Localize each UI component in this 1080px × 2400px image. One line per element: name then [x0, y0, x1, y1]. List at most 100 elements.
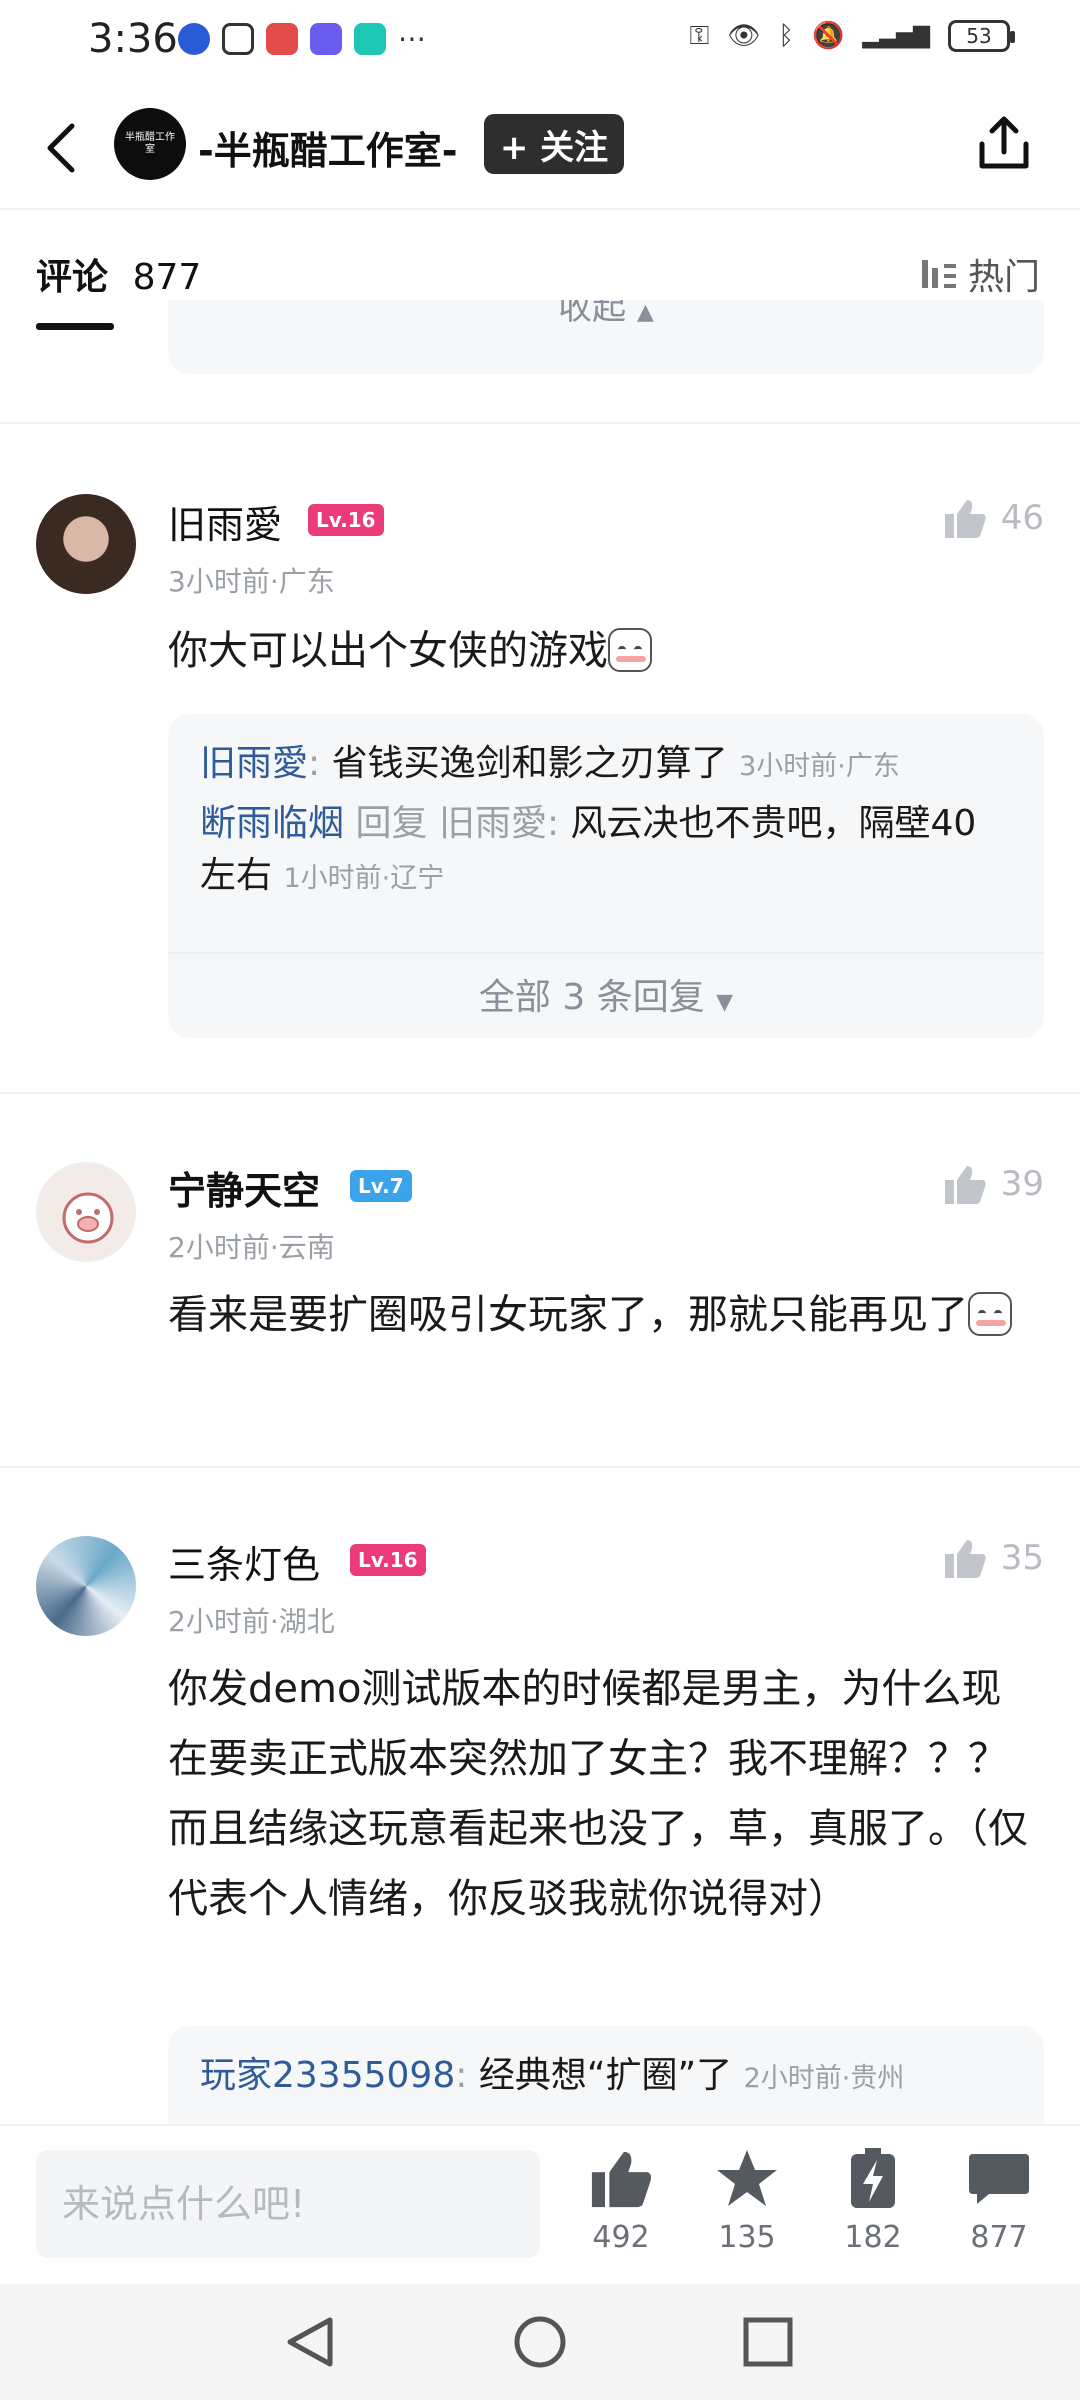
tab-active-indicator: [36, 323, 114, 330]
triangle-back-icon: [287, 2317, 333, 2367]
comment-author[interactable]: 宁静天空: [168, 1160, 320, 1215]
comment-item: 旧雨愛 Lv.16 3小时前·广东 46 你大可以出个女侠的游戏 旧雨愛: 省钱…: [0, 450, 1080, 1090]
status-time: 3:36: [88, 16, 178, 62]
status-system-icons: ⚿ 👁 ᛒ 🔕 ▂▃▅▇ 53: [689, 20, 1015, 52]
comment-item: 三条灯色 Lv.16 2小时前·湖北 35 你发demo测试版本的时候都是男主，…: [0, 1490, 1080, 2146]
app-notification-icon: [178, 22, 210, 55]
like-video-button[interactable]: 492: [566, 2146, 676, 2255]
status-notification-icons: ⋯: [178, 22, 426, 55]
thumbs-up-icon: [944, 1166, 986, 1204]
emoji-icon: [968, 1292, 1012, 1336]
reply-box: 旧雨愛: 省钱买逸剑和影之刃算了 3小时前·广东 断雨临烟 回复 旧雨愛: 风云…: [168, 714, 1044, 1038]
channel-avatar[interactable]: 半瓶醋工作室: [114, 108, 186, 180]
reply-text: 省钱买逸剑和影之刃算了: [331, 743, 728, 784]
circle-home-icon: [514, 2316, 566, 2368]
avatar[interactable]: [36, 1162, 136, 1262]
nav-recents-button[interactable]: [740, 2314, 796, 2374]
lightning-app-icon: [310, 22, 342, 55]
divider: [168, 952, 1044, 954]
top-nav: 半瓶醋工作室 -半瓶醋工作室- + 关注: [0, 80, 1080, 210]
bluetooth-icon: ᛒ: [778, 21, 794, 51]
comment-author[interactable]: 三条灯色: [168, 1534, 320, 1589]
collapse-label: 收起: [558, 300, 627, 328]
comment-meta: 2小时前·云南: [168, 1231, 335, 1264]
comment-text: 看来是要扩圈吸引女玩家了，那就只能再见了: [168, 1280, 1038, 1350]
more-notifications-icon: ⋯: [398, 22, 426, 55]
channel-name[interactable]: -半瓶醋工作室-: [198, 120, 458, 175]
share-button[interactable]: [974, 114, 1034, 174]
signal-icon: ▂▃▅▇: [862, 23, 930, 49]
sort-button[interactable]: 热门: [918, 248, 1040, 300]
collapsed-replies-box[interactable]: 收起 ▲: [168, 300, 1044, 374]
reply-text: 经典想“扩圈”了: [478, 2055, 733, 2096]
avatar[interactable]: [36, 494, 136, 594]
emoji-icon: [608, 628, 652, 672]
thumbs-up-icon: [944, 1540, 986, 1578]
avatar[interactable]: [36, 1536, 136, 1636]
tab-comments-count: 877: [132, 257, 202, 298]
nav-home-button[interactable]: [512, 2314, 568, 2374]
level-badge: Lv.16: [350, 1544, 426, 1576]
like-count: 35: [1000, 1538, 1044, 1578]
tab-comments[interactable]: 评论 877: [36, 248, 201, 300]
chevron-left-icon: [47, 123, 75, 173]
mute-icon: 🔕: [811, 21, 845, 51]
square-recents-icon: [743, 2317, 793, 2367]
battery-icon: 53: [948, 20, 1015, 52]
comment-meta: 3小时前·广东: [168, 565, 335, 598]
favorite-button[interactable]: 135: [692, 2146, 802, 2255]
reply-meta: 2小时前·贵州: [743, 2063, 905, 2094]
charge-button[interactable]: 182: [818, 2146, 928, 2255]
comment-input[interactable]: 来说点什么吧!: [36, 2150, 540, 2258]
reply-author[interactable]: 断雨临烟: [200, 803, 344, 844]
caret-up-icon: ▲: [636, 300, 654, 325]
comment-meta: 2小时前·湖北: [168, 1605, 335, 1638]
reply-author[interactable]: 旧雨愛: [200, 743, 308, 784]
collapse-button[interactable]: 收起 ▲: [168, 300, 1044, 329]
reply-meta: 3小时前·广东: [739, 751, 900, 782]
level-badge: Lv.16: [308, 504, 384, 536]
comment-body: 看来是要扩圈吸引女玩家了，那就只能再见了: [168, 1292, 968, 1338]
comment-text: 你大可以出个女侠的游戏: [168, 616, 1038, 686]
level-badge: Lv.7: [350, 1170, 412, 1202]
comments-button[interactable]: 877: [944, 2146, 1054, 2255]
like-button[interactable]: 46: [943, 496, 1044, 540]
caret-down-icon: ▼: [716, 990, 734, 1015]
comment-body: 你大可以出个女侠的游戏: [168, 628, 608, 674]
like-button[interactable]: 39: [943, 1162, 1044, 1206]
reply-word: 回复: [355, 803, 428, 844]
reply-target[interactable]: 旧雨愛: [439, 803, 547, 844]
charge-total: 182: [844, 2220, 902, 2255]
battery-charge-icon: [851, 2148, 895, 2208]
system-nav-bar: [0, 2284, 1080, 2400]
top-app-icon: [354, 22, 386, 55]
reply-meta: 1小时前·辽宁: [283, 863, 445, 894]
reply-author[interactable]: 玩家23355098: [200, 2055, 455, 2096]
back-button[interactable]: [36, 118, 86, 178]
share-icon: [979, 116, 1029, 169]
more-replies-button[interactable]: 全部 3 条回复 ▼: [168, 968, 1044, 1020]
like-total: 492: [592, 2220, 650, 2255]
sort-icon: [921, 260, 956, 288]
status-bar: 3:36 ⋯ ⚿ 👁 ᛒ 🔕 ▂▃▅▇ 53: [0, 0, 1080, 80]
comment-item: 宁静天空 Lv.7 2小时前·云南 39 看来是要扩圈吸引女玩家了，那就只能再见…: [0, 1116, 1080, 1456]
comment-text: 你发demo测试版本的时候都是男主，为什么现在要卖正式版本突然加了女主？我不理解…: [168, 1666, 1028, 1922]
reply-item[interactable]: 旧雨愛: 省钱买逸剑和影之刃算了 3小时前·广东: [200, 738, 1012, 793]
key-icon: ⚿: [689, 20, 710, 51]
comment-author[interactable]: 旧雨愛: [168, 494, 282, 549]
follow-button[interactable]: + 关注: [484, 114, 624, 174]
reply-item[interactable]: 玩家23355098: 经典想“扩圈”了 2小时前·贵州: [200, 2050, 1012, 2105]
like-button[interactable]: 35: [943, 1536, 1044, 1580]
reply-item[interactable]: 断雨临烟 回复 旧雨愛: 风云决也不贵吧，隔壁40左右 1小时前·辽宁: [200, 798, 1012, 905]
like-count: 46: [1000, 498, 1044, 538]
comment-total: 877: [970, 2220, 1028, 2255]
comment-bubble-icon: [969, 2154, 1029, 2204]
sort-label: 热门: [967, 257, 1040, 298]
divider: [0, 1466, 1080, 1468]
eye-icon: 👁: [727, 21, 761, 51]
tab-comments-label: 评论: [36, 257, 109, 298]
star-icon: [717, 2150, 777, 2206]
pig-avatar-icon: [62, 1192, 114, 1244]
huawei-app-icon: [266, 22, 298, 55]
nav-back-button[interactable]: [282, 2314, 338, 2374]
